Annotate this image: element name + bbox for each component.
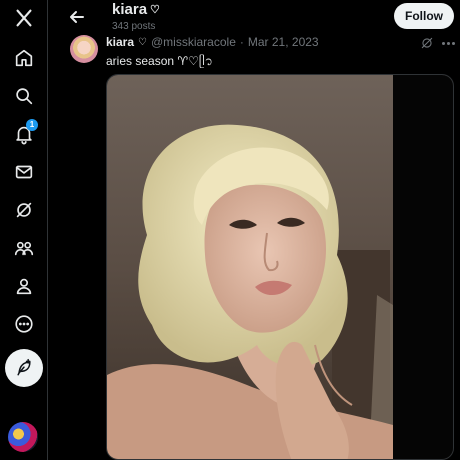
- tweet-text: aries season ♈︎♡ᥫ᭡: [106, 54, 213, 68]
- heart-emoji: ♡: [150, 4, 160, 16]
- author-avatar[interactable]: [70, 35, 98, 63]
- tweet-header: kiara ♡ @misskiaracole · Mar 21, 2023: [106, 35, 319, 49]
- more-circle-icon[interactable]: [6, 306, 42, 342]
- grok-icon[interactable]: [420, 36, 434, 50]
- separator-dot: ·: [239, 35, 244, 49]
- follow-button[interactable]: Follow: [394, 3, 454, 29]
- profile-name-text: kiara: [112, 1, 148, 18]
- author-handle[interactable]: @misskiaracole: [151, 35, 236, 49]
- post-count: 343 posts: [112, 21, 156, 32]
- photo-image: [107, 75, 453, 459]
- profile-header: kiara ♡ 343 posts Follow: [48, 0, 460, 34]
- heart-emoji: ♡: [138, 36, 147, 48]
- notifications-icon[interactable]: 1: [6, 116, 42, 152]
- account-avatar[interactable]: [8, 422, 38, 452]
- tweet-photo[interactable]: [106, 74, 454, 460]
- back-button[interactable]: [64, 4, 90, 30]
- feather-icon: [14, 358, 34, 378]
- tweet[interactable]: kiara ♡ @misskiaracole · Mar 21, 2023 ar…: [48, 34, 460, 460]
- more-options-icon[interactable]: [440, 36, 456, 50]
- profile-icon[interactable]: [6, 268, 42, 304]
- notifications-badge: 1: [26, 119, 38, 131]
- home-icon[interactable]: [6, 40, 42, 76]
- tweet-date[interactable]: Mar 21, 2023: [248, 35, 319, 49]
- profile-name: kiara ♡: [112, 1, 160, 18]
- messages-icon[interactable]: [6, 154, 42, 190]
- grok-icon[interactable]: [6, 192, 42, 228]
- search-icon[interactable]: [6, 78, 42, 114]
- x-logo-icon[interactable]: [6, 0, 42, 36]
- nav-rail: 1: [0, 0, 48, 460]
- author-name[interactable]: kiara: [106, 35, 134, 49]
- post-button[interactable]: [5, 349, 43, 387]
- communities-icon[interactable]: [6, 230, 42, 266]
- arrow-left-icon: [69, 9, 85, 25]
